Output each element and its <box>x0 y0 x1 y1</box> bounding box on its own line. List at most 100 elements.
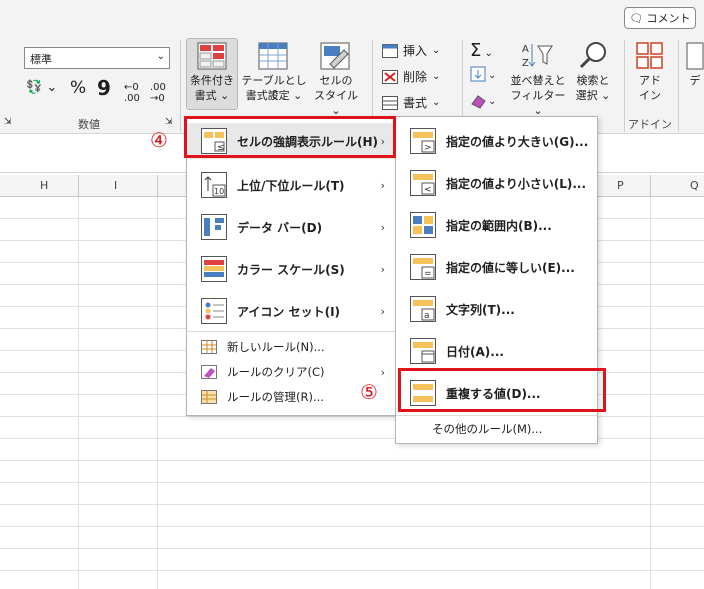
date-occurring-icon <box>410 338 436 364</box>
submenu-item-date-occurring[interactable]: 日付(A)... <box>396 331 597 371</box>
dialog-launcher-icon[interactable]: ⇲ <box>4 117 12 127</box>
addin-group-label: アドイン <box>628 118 672 131</box>
menu-item-top-bottom-rules[interactable]: 10 上位/下位ルール(T) › <box>187 165 395 205</box>
delete-button[interactable]: 削除 ⌄ <box>382 68 440 85</box>
submenu-item-equal-to[interactable]: = 指定の値に等しい(E)... <box>396 247 597 287</box>
format-icon <box>382 95 398 110</box>
cell-style-label[interactable]: セルの <box>310 73 362 88</box>
comma-button[interactable]: 9 <box>97 76 111 100</box>
column-header-i[interactable]: I <box>114 179 117 192</box>
autosum-button[interactable]: Σ ⌄ <box>470 40 493 61</box>
conditional-formatting-menu: ≤ セルの強調表示ルール(H) › 10 上位/下位ルール(T) › データ バ… <box>186 116 396 416</box>
col-divider <box>78 175 79 197</box>
submenu-item-label: 指定の値より小さい(L)... <box>446 176 587 191</box>
chevron-right-icon: › <box>380 220 385 234</box>
step-number-5: ⑤ <box>360 380 378 404</box>
menu-item-label: ルールの管理(R)... <box>227 390 324 404</box>
percent-button[interactable]: % <box>70 78 86 98</box>
number-format-value: 標準 <box>30 53 52 66</box>
chevron-down-icon: ⌄ <box>156 51 165 62</box>
submenu-item-between[interactable]: 指定の範囲内(B)... <box>396 205 597 245</box>
svg-text:>: > <box>424 143 432 153</box>
insert-label: 挿入 <box>403 44 428 58</box>
svg-text:10: 10 <box>214 187 224 196</box>
group-divider <box>678 40 679 132</box>
find-select-label[interactable]: 検索と <box>568 73 618 88</box>
delete-icon <box>382 69 398 84</box>
new-rule-icon <box>201 340 217 354</box>
submenu-item-label: 指定の値に等しい(E)... <box>446 260 575 275</box>
menu-item-new-rule[interactable]: 新しいルール(N)... <box>187 335 395 359</box>
clear-button[interactable]: ⌄ <box>470 92 500 110</box>
search-icon <box>578 40 608 73</box>
gridline <box>157 197 158 589</box>
step-number-4: ④ <box>150 128 168 152</box>
column-header-h[interactable]: H <box>40 179 48 192</box>
gridline <box>0 438 704 439</box>
top-bottom-icon: 10 <box>201 172 227 198</box>
submenu-item-less-than[interactable]: < 指定の値より小さい(L)... <box>396 163 597 203</box>
gridline <box>0 460 704 461</box>
svg-text:Z: Z <box>522 58 529 69</box>
number-dialog-launcher-icon[interactable]: ⇲ <box>165 117 173 127</box>
number-group-label: 数値 <box>78 118 100 131</box>
submenu-item-label: 文字列(T)... <box>446 302 515 317</box>
greater-than-icon: > <box>410 128 436 154</box>
gridline <box>0 570 704 571</box>
less-than-icon: < <box>410 170 436 196</box>
comment-button[interactable]: 🗨 コメント <box>624 7 696 29</box>
col-divider <box>650 175 651 197</box>
chevron-right-icon: › <box>380 178 385 192</box>
svg-text:⌄: ⌄ <box>488 70 496 81</box>
submenu-item-label: 指定の値より大きい(G)... <box>446 134 589 149</box>
sort-filter-label[interactable]: 並べ替えと <box>508 73 568 88</box>
submenu-item-greater-than[interactable]: > 指定の値より大きい(G)... <box>396 121 597 161</box>
conditional-format-label: 条件付き <box>190 74 234 87</box>
column-header-p[interactable]: P <box>617 179 624 192</box>
menu-item-data-bar[interactable]: データ バー(D) › <box>187 207 395 247</box>
highlight-box-step5 <box>398 368 606 412</box>
find-select-label2: 選択 ⌄ <box>575 89 611 102</box>
submenu-item-label: 指定の範囲内(B)... <box>446 218 552 233</box>
insert-button[interactable]: 挿入 ⌄ <box>382 42 440 59</box>
number-format-dropdown[interactable]: 標準 ⌄ <box>24 47 170 69</box>
currency-icon[interactable]: 💱 ⌄ <box>26 80 57 95</box>
conditional-format-label2: 書式 ⌄ <box>194 89 230 102</box>
clear-rule-icon <box>201 365 217 379</box>
menu-item-color-scale[interactable]: カラー スケール(S) › <box>187 249 395 289</box>
group-divider <box>624 40 625 132</box>
data-bar-icon <box>201 214 227 240</box>
conditional-format-icon <box>197 42 227 70</box>
column-header-q[interactable]: Q <box>690 179 699 192</box>
increase-decimal-icon[interactable]: ←0.00 <box>124 82 140 104</box>
gridline <box>0 526 704 527</box>
submenu-item-more-rules[interactable]: その他のルール(M)... <box>396 417 597 441</box>
title-bar <box>0 0 704 36</box>
highlight-box-step4 <box>184 116 396 158</box>
svg-text:=: = <box>424 269 432 279</box>
delete-label: 削除 <box>403 70 428 84</box>
format-button[interactable]: 書式 ⌄ <box>382 94 440 111</box>
chevron-right-icon: › <box>380 304 385 318</box>
comment-label: コメント <box>646 12 691 25</box>
menu-item-label: データ バー(D) <box>237 220 323 235</box>
menu-item-label: アイコン セット(I) <box>237 304 341 319</box>
menu-item-icon-set[interactable]: アイコン セット(I) › <box>187 291 395 331</box>
svg-text:a: a <box>424 311 430 321</box>
menu-item-label: 新しいルール(N)... <box>227 340 325 354</box>
decrease-decimal-icon[interactable]: .00 →0 <box>150 82 166 104</box>
data-analysis-label[interactable]: デ <box>686 73 704 88</box>
svg-text:⌄: ⌄ <box>488 96 496 107</box>
sort-filter-label2: フィルター ⌄ <box>510 89 566 117</box>
gridline <box>0 416 704 417</box>
chevron-right-icon: › <box>380 365 385 379</box>
chevron-right-icon: › <box>380 262 385 276</box>
fill-button[interactable]: ⌄ <box>470 66 500 84</box>
sort-filter-icon: AZ <box>520 40 554 73</box>
equal-to-icon: = <box>410 254 436 280</box>
submenu-item-label: 日付(A)... <box>446 344 504 359</box>
submenu-item-text-contains[interactable]: a 文字列(T)... <box>396 289 597 329</box>
addin-label[interactable]: アド <box>628 73 672 88</box>
menu-item-label: 上位/下位ルール(T) <box>237 178 345 193</box>
gridline <box>78 197 79 589</box>
